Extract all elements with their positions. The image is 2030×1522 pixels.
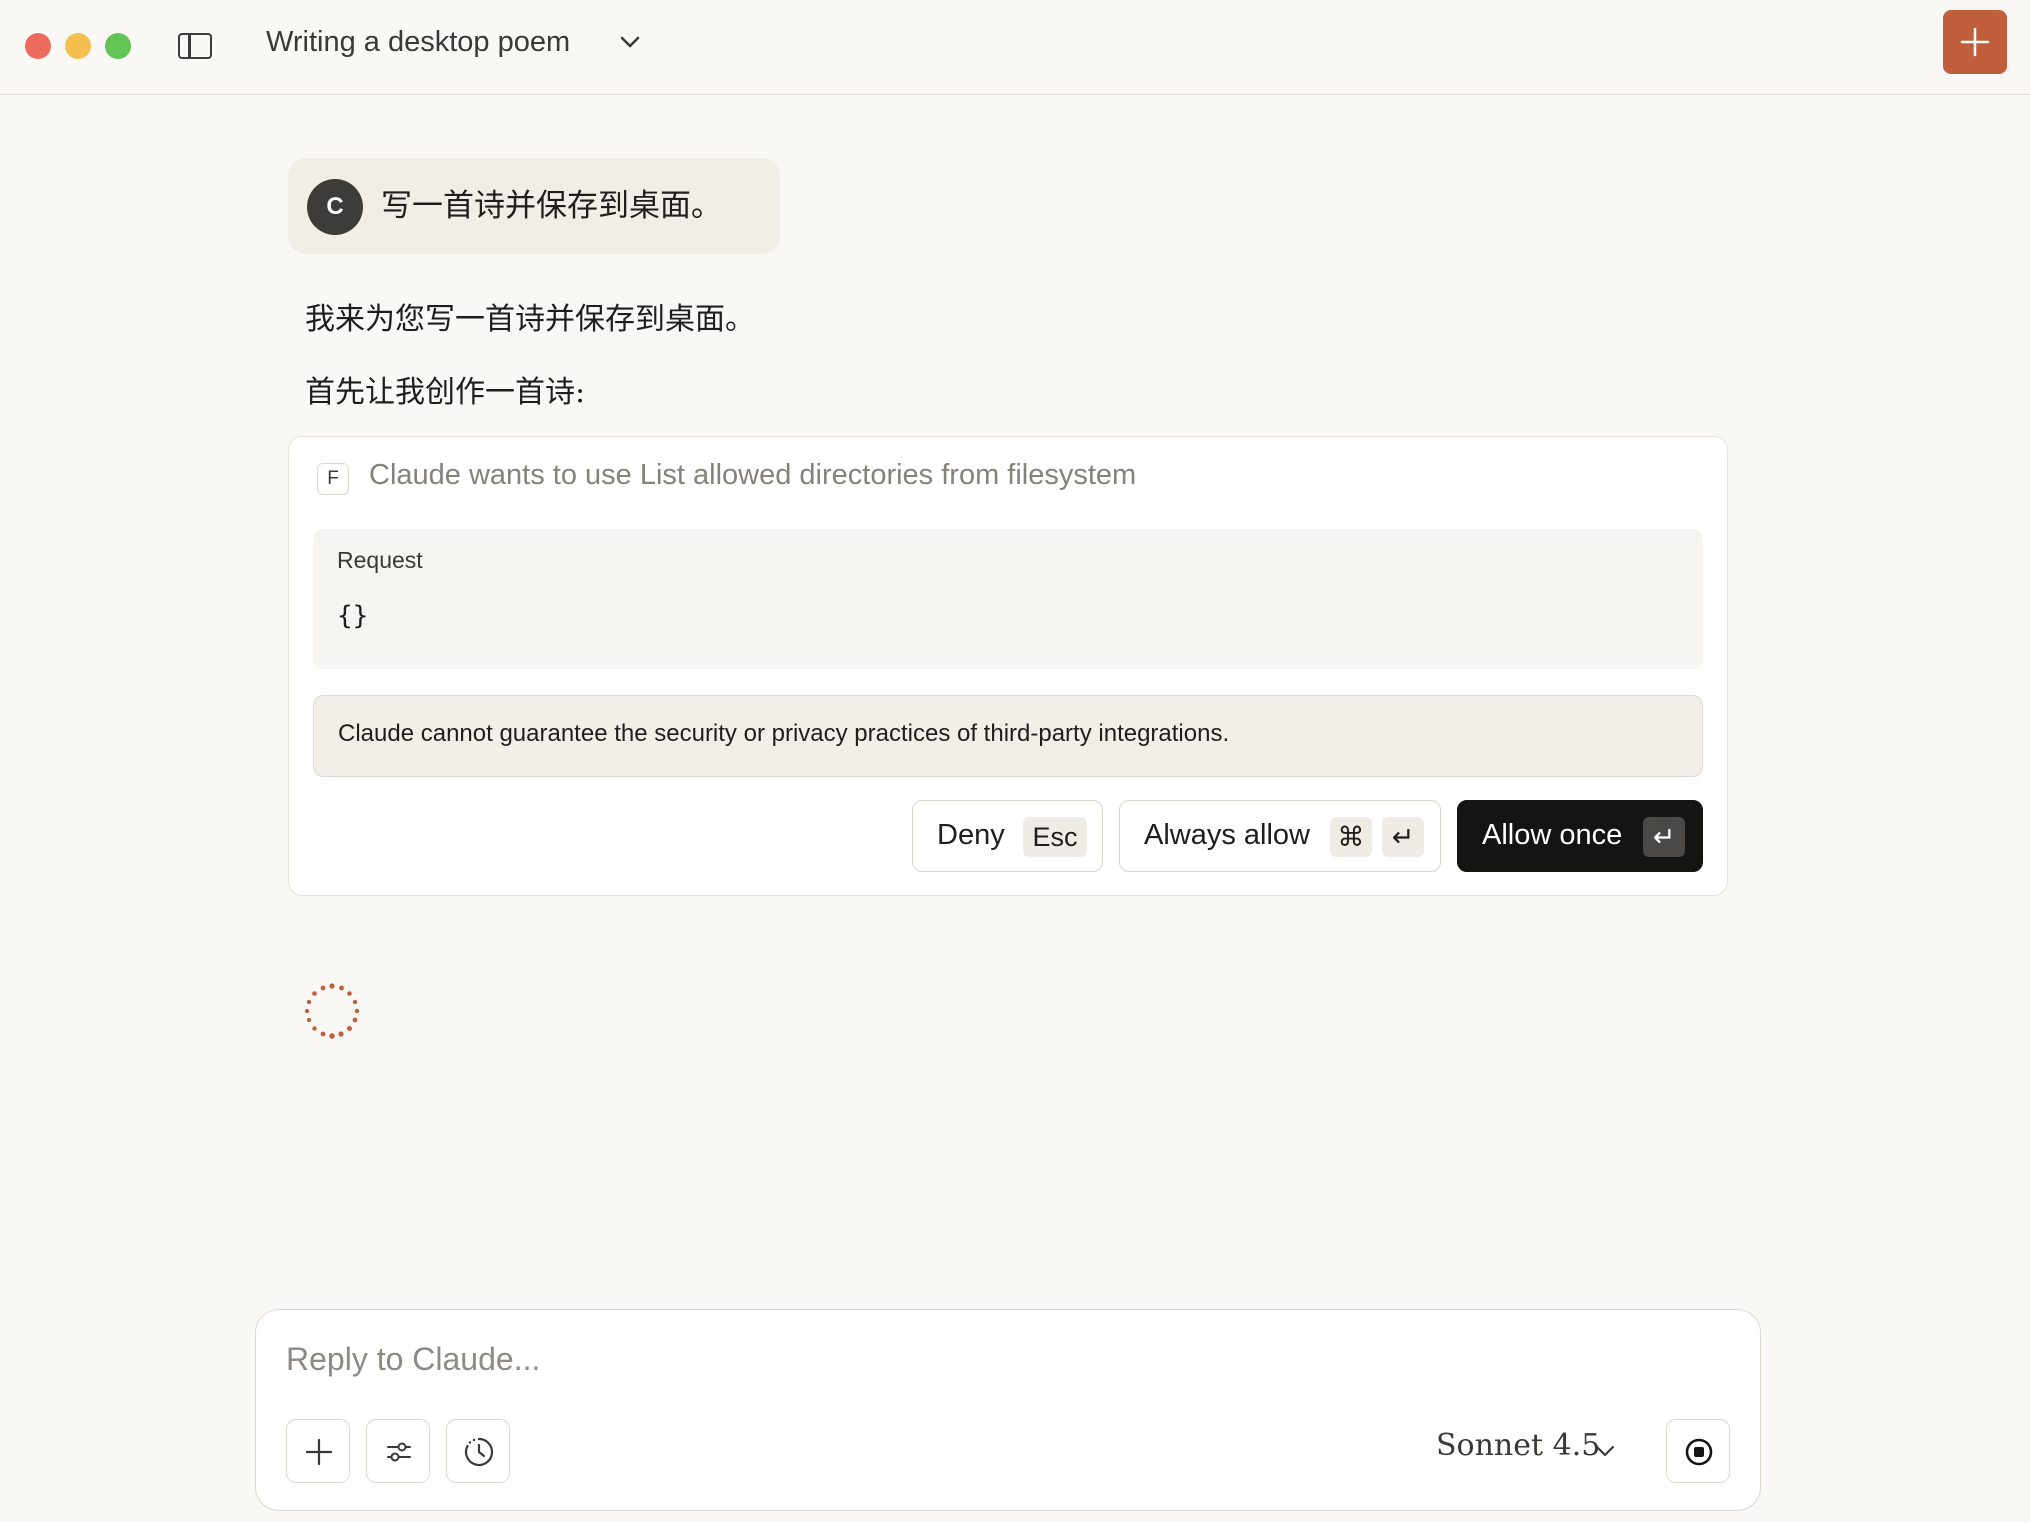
options-button[interactable] (366, 1419, 430, 1483)
always-allow-button[interactable]: Always allow ⌘ ↵ (1119, 800, 1441, 872)
plus-icon (1960, 27, 1990, 57)
deny-shortcut: Esc (1023, 817, 1087, 857)
permission-title: Claude wants to use List allowed directo… (369, 459, 1137, 491)
allow-once-label: Allow once (1482, 819, 1623, 851)
allow-once-button[interactable]: Allow once ↵ (1457, 800, 1703, 872)
user-message: C 写一首诗并保存到桌面。 (288, 158, 780, 254)
request-label: Request (337, 547, 423, 573)
sliders-icon (387, 1442, 411, 1462)
command-key-icon: ⌘ (1330, 817, 1372, 857)
zoom-window-button[interactable] (105, 33, 131, 59)
history-button[interactable] (446, 1419, 510, 1483)
always-allow-label: Always allow (1144, 819, 1310, 851)
close-window-button[interactable] (25, 33, 51, 59)
new-chat-button[interactable] (1943, 10, 2007, 74)
model-selector[interactable]: Sonnet 4.5 (1436, 1428, 1600, 1474)
return-key-icon: ↵ (1382, 817, 1424, 857)
security-warning: Claude cannot guarantee the security or … (313, 695, 1703, 777)
composer: Sonnet 4.5 (255, 1309, 1761, 1511)
title-bar: Writing a desktop poem (0, 0, 2030, 95)
deny-label: Deny (937, 819, 1005, 851)
request-body: {} (337, 601, 369, 631)
attach-button[interactable] (286, 1419, 350, 1483)
loading-spinner-icon (304, 983, 360, 1039)
return-key-icon: ↵ (1643, 817, 1685, 857)
request-box: Request {} (313, 529, 1703, 669)
minimize-window-button[interactable] (65, 33, 91, 59)
chevron-down-icon[interactable] (616, 28, 644, 56)
user-message-text: 写一首诗并保存到桌面。 (381, 188, 722, 223)
plus-icon (305, 1438, 333, 1466)
tool-permission-card: F Claude wants to use List allowed direc… (288, 436, 1728, 896)
deny-button[interactable]: Deny Esc (912, 800, 1103, 872)
chevron-down-icon[interactable] (1590, 1436, 1620, 1466)
stop-icon (1685, 1438, 1713, 1466)
assistant-text-line: 我来为您写一首诗并保存到桌面。 (305, 302, 755, 337)
stop-button[interactable] (1666, 1419, 1730, 1483)
avatar: C (307, 179, 363, 235)
sidebar-icon[interactable] (178, 33, 212, 59)
assistant-text-line: 首先让我创作一首诗: (305, 375, 586, 410)
clock-icon (464, 1437, 494, 1467)
chat-title[interactable]: Writing a desktop poem (266, 22, 570, 62)
integration-badge: F (317, 463, 349, 495)
reply-input[interactable] (286, 1334, 1726, 1384)
security-warning-text: Claude cannot guarantee the security or … (338, 720, 1230, 747)
